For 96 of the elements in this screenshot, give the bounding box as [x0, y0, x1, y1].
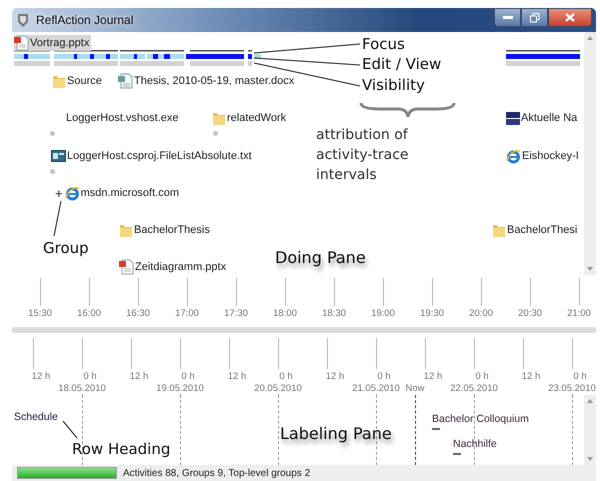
- close-button[interactable]: [548, 8, 592, 27]
- hour-label: 0 h: [573, 371, 587, 382]
- time-label: 19:00: [371, 308, 395, 319]
- item-label: LoggerHost.csproj.FileListAbsolute.txt: [67, 150, 252, 162]
- hour-label: 0 h: [83, 371, 97, 382]
- annotation-text: Row Heading: [72, 440, 170, 458]
- time-label: 17:00: [175, 308, 199, 319]
- date-label: 23.05.2010: [548, 383, 596, 394]
- time-label: 21:00: [567, 308, 591, 319]
- schedule-label[interactable]: Bachelor Colloquium: [432, 413, 529, 425]
- scrollbar[interactable]: [584, 32, 596, 275]
- minimize-icon: [502, 16, 512, 20]
- hour-label: 12 h: [424, 371, 442, 382]
- annotation-text: attribution of activity-trace intervals: [316, 126, 410, 185]
- item-label: BachelorThesis: [134, 224, 210, 236]
- activity-item[interactable]: Eishockey-I: [506, 148, 581, 164]
- document-icon: [118, 73, 133, 89]
- marker-dot: [50, 131, 55, 136]
- activity-item[interactable]: Thesis, 2010-05-19, master.docx: [118, 73, 296, 89]
- time-label: 18:00: [273, 308, 297, 319]
- window-title: ReflAction Journal: [36, 13, 134, 27]
- schedule-label[interactable]: Nachhilfe: [453, 438, 497, 450]
- time-label: 16:00: [77, 308, 101, 319]
- scrollbar[interactable]: [584, 395, 596, 465]
- date-label: 21.05.2010: [352, 383, 400, 394]
- maximize-button[interactable]: [521, 8, 548, 27]
- hour-label: 12 h: [326, 371, 344, 382]
- folder-icon: [119, 222, 133, 238]
- row-heading: Schedule: [14, 411, 58, 423]
- annotation-text: Focus: [362, 35, 405, 53]
- folder-icon: [492, 222, 506, 238]
- browser-icon: [64, 186, 80, 200]
- item-label: Zeitdiagramm.pptx: [135, 261, 226, 273]
- item-label: Thesis, 2010-05-19, master.docx: [134, 75, 294, 87]
- activity-item[interactable]: LoggerHost.csproj.FileListAbsolute.txt: [51, 148, 254, 164]
- document-icon: [119, 259, 134, 275]
- status-text: Activities 88, Groups 9, Top-level groups 2: [123, 468, 310, 478]
- time-label: 18:30: [322, 308, 346, 319]
- scroll-up-icon[interactable]: [587, 399, 593, 403]
- hour-label: 12 h: [522, 371, 540, 382]
- time-label: 16:30: [126, 308, 150, 319]
- marker-dot: [50, 169, 55, 174]
- annotation-text: Group: [43, 239, 89, 257]
- leader-line: [62, 420, 78, 438]
- now-label: Now: [406, 383, 424, 394]
- time-label: 20:00: [469, 308, 493, 319]
- hour-label: 12 h: [130, 371, 148, 382]
- annotation-text: Edit / View: [362, 55, 442, 73]
- item-label: relatedWork: [227, 112, 286, 124]
- leader-line: [54, 200, 62, 236]
- scroll-down-icon[interactable]: [587, 457, 593, 461]
- close-icon: [565, 13, 575, 22]
- activity-item[interactable]: Aktuelle Na: [506, 110, 580, 126]
- marker-dot: [213, 131, 218, 136]
- project-icon: [51, 149, 66, 163]
- item-label: BachelorThesi: [507, 224, 578, 236]
- minimize-button[interactable]: [494, 8, 521, 27]
- item-label: msdn.microsoft.com: [80, 187, 180, 199]
- hour-label: 0 h: [377, 371, 391, 382]
- item-label: Eishockey-I: [522, 150, 579, 162]
- hour-label: 0 h: [279, 371, 293, 382]
- item-label: Source: [67, 75, 102, 87]
- activity-item[interactable]: Source: [52, 73, 104, 89]
- folder-icon: [52, 73, 66, 89]
- activity-item[interactable]: + msdn.microsoft.com: [55, 185, 182, 201]
- annotation-text: Doing Pane: [275, 248, 366, 267]
- time-label: 15:30: [28, 308, 52, 319]
- item-label: Aktuelle Na: [521, 112, 578, 124]
- hour-label: 12 h: [228, 371, 246, 382]
- scroll-down-icon[interactable]: [587, 267, 593, 271]
- time-label: 19:30: [420, 308, 444, 319]
- document-icon: [14, 35, 29, 51]
- folder-icon: [212, 110, 226, 126]
- hour-label: 12 h: [32, 371, 50, 382]
- time-label: 20:30: [518, 308, 542, 319]
- scroll-up-icon[interactable]: [587, 36, 593, 40]
- activity-item[interactable]: relatedWork: [212, 110, 288, 126]
- date-label: 22.05.2010: [450, 383, 498, 394]
- date-label: 20.05.2010: [254, 383, 302, 394]
- activity-item[interactable]: Zeitdiagramm.pptx: [119, 259, 228, 275]
- annotation-text: Labeling Pane: [280, 424, 392, 443]
- activity-item[interactable]: Vortrag.pptx: [14, 35, 92, 51]
- expand-toggle[interactable]: +: [55, 186, 63, 200]
- date-label: 18.05.2010: [58, 383, 106, 394]
- app-icon: [16, 12, 30, 28]
- item-label: Vortrag.pptx: [30, 37, 90, 49]
- activity-item[interactable]: BachelorThesi: [492, 222, 580, 238]
- restore-icon: [530, 12, 540, 22]
- activity-item[interactable]: BachelorThesis: [119, 222, 212, 238]
- hour-label: 0 h: [475, 371, 489, 382]
- hour-label: 0 h: [181, 371, 195, 382]
- browser-icon: [506, 148, 521, 164]
- news-icon: [506, 110, 520, 126]
- date-label: 19.05.2010: [156, 383, 204, 394]
- time-label: 17:30: [224, 308, 248, 319]
- annotation-text: Visibility: [362, 76, 425, 94]
